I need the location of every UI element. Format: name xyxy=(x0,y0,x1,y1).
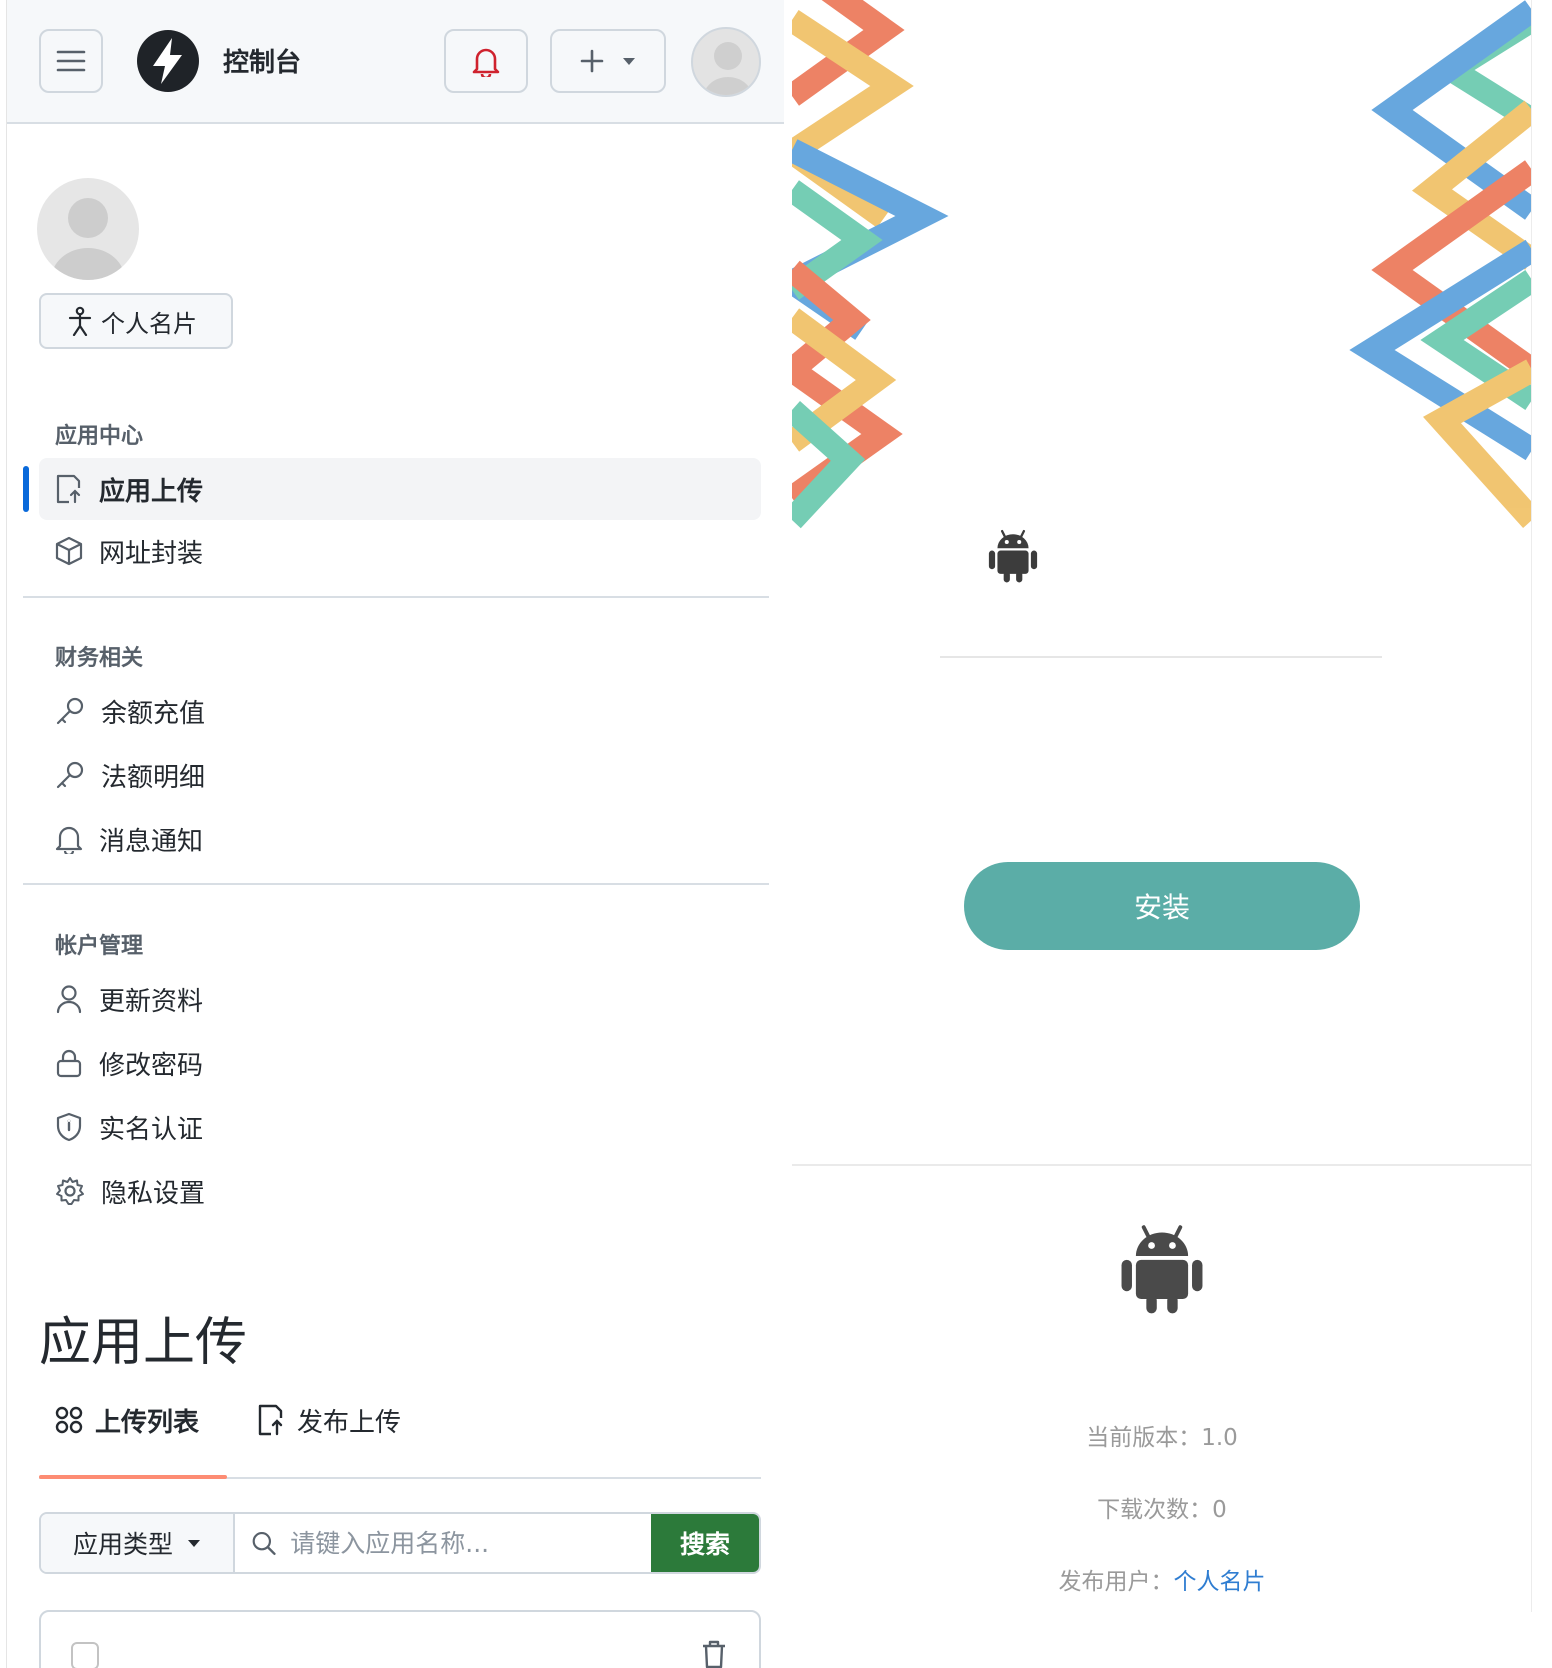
install-button[interactable]: 安装 xyxy=(964,862,1360,950)
bell-icon xyxy=(472,48,500,77)
publisher-label: 发布用户： xyxy=(1058,1569,1174,1595)
create-new-button[interactable] xyxy=(550,29,666,93)
caret-down-icon xyxy=(623,58,635,65)
nav-item-balance-detail[interactable]: 法额明细 xyxy=(39,744,761,806)
tab-upload-list[interactable]: 上传列表 xyxy=(55,1398,199,1442)
nav-label: 消息通知 xyxy=(99,826,204,857)
person-icon xyxy=(56,985,82,1014)
menu-button[interactable] xyxy=(39,29,103,93)
nav-label: 实名认证 xyxy=(99,1114,204,1145)
nav-item-recharge[interactable]: 余额充值 xyxy=(39,680,761,742)
nav-item-notifications[interactable]: 消息通知 xyxy=(39,808,761,870)
gear-icon xyxy=(56,1177,84,1205)
nav-label: 更新资料 xyxy=(99,986,204,1017)
nav-label: 应用上传 xyxy=(99,476,204,507)
section-divider xyxy=(23,596,769,598)
active-indicator xyxy=(23,466,29,512)
active-tab-underline xyxy=(39,1475,227,1479)
trash-icon[interactable] xyxy=(701,1640,727,1668)
nav-item-url-wrap[interactable]: 网址封装 xyxy=(39,520,761,582)
nav-item-change-password[interactable]: 修改密码 xyxy=(39,1032,761,1094)
app-type-select[interactable]: 应用类型 xyxy=(41,1514,235,1572)
search-bar: 应用类型 搜索 xyxy=(39,1512,761,1574)
downloads-label: 下载次数： xyxy=(1097,1497,1213,1523)
nav-item-update-profile[interactable]: 更新资料 xyxy=(39,968,761,1030)
nav-item-app-upload[interactable]: 应用上传 xyxy=(39,458,761,520)
section-title-account: 帐户管理 xyxy=(55,934,144,959)
zigzag-ribbon-banner xyxy=(792,0,1531,529)
console-panel: 控制台 个人名片 应用中心 应用上传 网址封装 财务相关 余额充值 法额明细 消… xyxy=(6,0,784,1668)
download-preview-panel: 安装 当前版本：1.0 下载次数：0 发布用户：个人名片 xyxy=(792,0,1532,1612)
section-title-app-center: 应用中心 xyxy=(55,424,144,449)
divider xyxy=(940,656,1382,658)
search-icon xyxy=(252,1531,276,1555)
nav-label: 修改密码 xyxy=(99,1050,204,1081)
user-avatar-button[interactable] xyxy=(691,27,761,97)
version-info: 当前版本：1.0 xyxy=(792,1418,1531,1452)
search-field xyxy=(235,1514,651,1572)
hamburger-icon xyxy=(56,50,86,72)
nav-label: 隐私设置 xyxy=(101,1178,206,1209)
section-divider xyxy=(23,883,769,885)
publisher-info: 发布用户：个人名片 xyxy=(792,1562,1531,1596)
downloads-value: 0 xyxy=(1212,1497,1227,1523)
upload-icon xyxy=(258,1404,283,1436)
bell-icon xyxy=(55,826,83,854)
android-icon xyxy=(988,529,1038,583)
grid-icon xyxy=(55,1406,83,1434)
top-navbar: 控制台 xyxy=(7,0,784,124)
plus-icon xyxy=(580,49,604,73)
search-input[interactable] xyxy=(290,1528,651,1558)
version-value: 1.0 xyxy=(1201,1425,1238,1451)
console-title: 控制台 xyxy=(223,48,302,78)
search-button[interactable]: 搜索 xyxy=(651,1514,759,1572)
section-divider xyxy=(792,1164,1531,1166)
avatar-icon xyxy=(51,198,125,280)
person-card-icon xyxy=(68,306,92,336)
tab-label: 上传列表 xyxy=(95,1407,200,1438)
lightning-logo-icon[interactable] xyxy=(135,28,201,94)
publisher-link[interactable]: 个人名片 xyxy=(1174,1569,1266,1595)
upload-list-card xyxy=(39,1610,761,1668)
page-title: 应用上传 xyxy=(39,1313,248,1373)
profile-card-label: 个人名片 xyxy=(101,309,197,338)
lock-icon xyxy=(56,1049,82,1078)
shield-icon xyxy=(56,1112,82,1142)
package-icon xyxy=(55,536,83,566)
download-count-info: 下载次数：0 xyxy=(792,1490,1531,1524)
section-title-finance: 财务相关 xyxy=(55,646,144,671)
nav-label: 法额明细 xyxy=(101,762,206,793)
key-icon xyxy=(56,761,84,789)
profile-avatar xyxy=(37,178,139,280)
nav-label: 网址封装 xyxy=(99,538,204,569)
caret-down-icon xyxy=(188,1540,200,1547)
tab-label: 发布上传 xyxy=(297,1407,402,1438)
avatar-icon xyxy=(703,42,753,95)
nav-item-privacy-settings[interactable]: 隐私设置 xyxy=(39,1160,761,1222)
app-type-label: 应用类型 xyxy=(72,1530,173,1559)
nav-item-verification[interactable]: 实名认证 xyxy=(39,1096,761,1158)
profile-card-button[interactable]: 个人名片 xyxy=(39,293,233,349)
key-icon xyxy=(56,697,84,725)
upload-icon xyxy=(56,474,81,504)
select-all-checkbox[interactable] xyxy=(71,1642,99,1668)
notifications-button[interactable] xyxy=(444,29,528,93)
tab-publish-upload[interactable]: 发布上传 xyxy=(257,1398,401,1442)
version-label: 当前版本： xyxy=(1086,1425,1202,1451)
nav-label: 余额充值 xyxy=(101,698,206,729)
android-icon xyxy=(1121,1225,1203,1314)
